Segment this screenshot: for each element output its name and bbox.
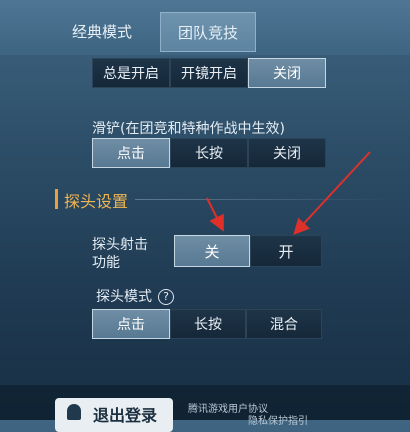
logout-button[interactable]: 退出登录 <box>55 398 173 432</box>
peek-mode-mixed-button[interactable]: 混合 <box>246 309 322 339</box>
scope-aim-on-button[interactable]: 开镜开启 <box>170 58 248 88</box>
peek-mode-tap-button[interactable]: 点击 <box>92 309 170 339</box>
slide-off-button[interactable]: 关闭 <box>248 138 326 168</box>
scope-always-on-button[interactable]: 总是开启 <box>92 58 170 88</box>
scope-off-button[interactable]: 关闭 <box>248 58 326 88</box>
peek-fire-label-line1: 探头射击 <box>92 237 148 253</box>
peek-fire-label: 探头射击 功能 <box>92 236 148 272</box>
peek-fire-label-line2: 功能 <box>92 255 120 271</box>
slide-hold-button[interactable]: 长按 <box>170 138 248 168</box>
slide-label: 滑铲(在团竞和特种作战中生效) <box>92 121 285 137</box>
peek-mode-label-text: 探头模式 <box>96 289 152 305</box>
section-title-peek: 探头设置 <box>64 192 129 211</box>
help-icon[interactable]: ? <box>158 289 174 305</box>
tab-team-deathmatch[interactable]: 团队竞技 <box>160 12 256 52</box>
peek-mode-option-group: 点击 长按 混合 <box>92 309 322 339</box>
mode-tab-bar: 经典模式 团队竞技 <box>0 0 410 55</box>
peek-mode-hold-button[interactable]: 长按 <box>170 309 246 339</box>
peek-fire-off-button[interactable]: 关 <box>174 235 250 267</box>
tab-classic-mode[interactable]: 经典模式 <box>52 12 152 52</box>
peek-mode-label: 探头模式? <box>96 286 174 306</box>
section-divider <box>135 199 395 200</box>
arrow-to-off-button <box>206 197 224 232</box>
peek-fire-on-button[interactable]: 开 <box>250 235 322 267</box>
slide-tap-button[interactable]: 点击 <box>92 138 170 168</box>
section-accent-bar <box>55 189 58 209</box>
scope-option-group: 总是开启 开镜开启 关闭 <box>92 58 326 88</box>
logout-label: 退出登录 <box>93 406 158 425</box>
peek-fire-option-group: 关 开 <box>174 235 322 267</box>
user-icon <box>67 404 81 420</box>
slide-option-group: 点击 长按 关闭 <box>92 138 326 168</box>
